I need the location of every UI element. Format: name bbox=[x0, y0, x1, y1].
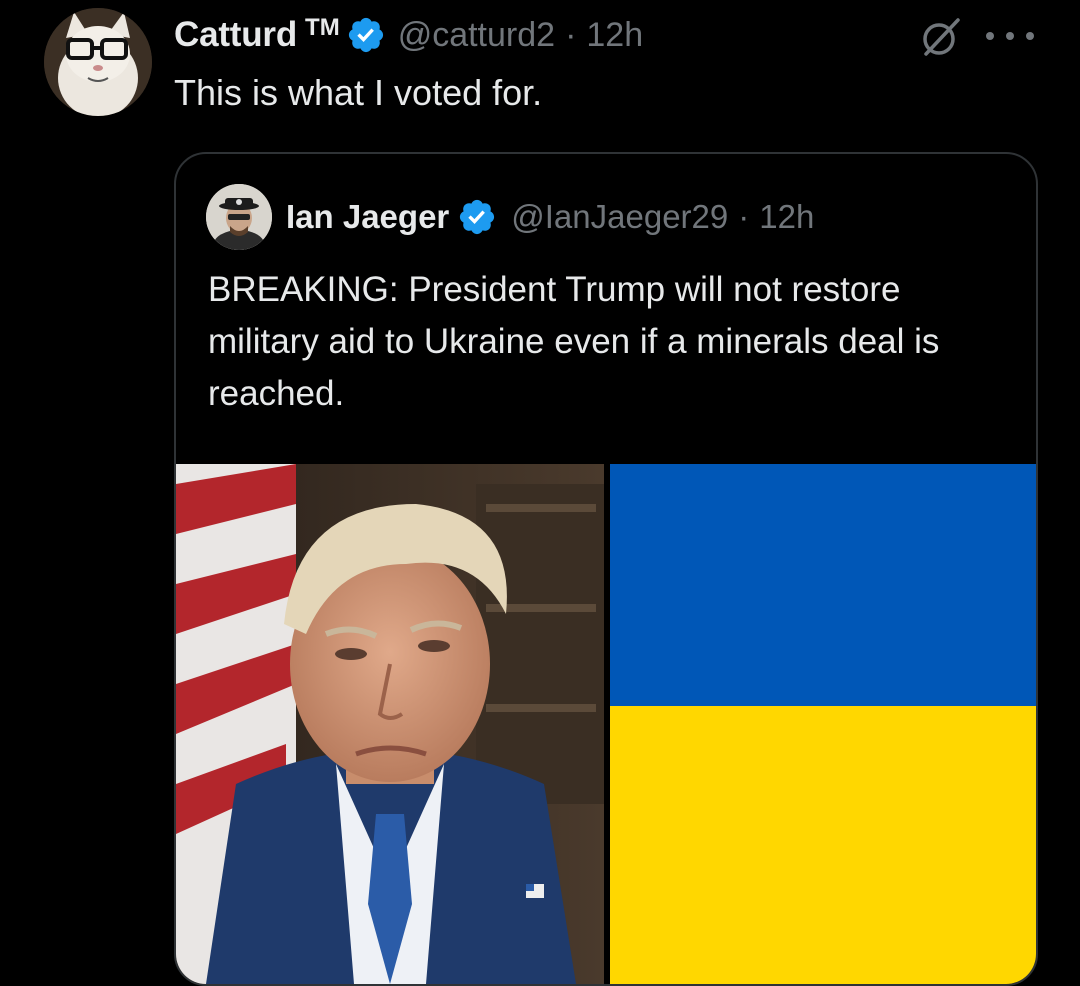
author-display-name[interactable]: Catturd bbox=[174, 15, 297, 55]
more-dot bbox=[1026, 32, 1034, 40]
quoted-tweet-media bbox=[176, 464, 1036, 984]
author-handle[interactable]: @catturd2 bbox=[398, 16, 555, 55]
quoted-author-display-name[interactable]: Ian Jaeger bbox=[286, 198, 449, 236]
ukraine-flag-photo[interactable] bbox=[610, 464, 1036, 984]
portrait-photo[interactable] bbox=[176, 464, 604, 984]
quoted-tweet-header: Ian Jaeger @IanJaeger29 · 12h bbox=[206, 184, 814, 250]
more-options-icon[interactable] bbox=[986, 18, 1034, 54]
quoted-author-handle[interactable]: @IanJaeger29 bbox=[511, 198, 728, 236]
flag-blue-stripe bbox=[610, 464, 1036, 706]
tweet-timestamp[interactable]: 12h bbox=[586, 16, 643, 55]
more-dot bbox=[1006, 32, 1014, 40]
verified-badge-icon[interactable] bbox=[457, 197, 497, 237]
tweet-header: Catturd TM @catturd2 · 12h bbox=[174, 10, 643, 60]
quoted-author-avatar[interactable] bbox=[206, 184, 272, 250]
tweet-text: This is what I voted for. bbox=[174, 72, 543, 113]
quoted-tweet-timestamp[interactable]: 12h bbox=[759, 198, 814, 236]
separator-dot: · bbox=[738, 198, 750, 235]
flag-yellow-stripe bbox=[610, 706, 1036, 984]
trademark-mark: TM bbox=[305, 14, 340, 41]
more-dot bbox=[986, 32, 994, 40]
author-avatar[interactable] bbox=[44, 8, 152, 116]
grok-icon[interactable] bbox=[918, 14, 964, 60]
quoted-tweet-card[interactable]: Ian Jaeger @IanJaeger29 · 12h BREAKING: … bbox=[174, 152, 1038, 986]
verified-badge-icon[interactable] bbox=[346, 15, 386, 55]
quoted-tweet-text: BREAKING: President Trump will not resto… bbox=[208, 270, 940, 413]
separator-dot: · bbox=[565, 15, 577, 54]
portrait-image bbox=[176, 464, 604, 984]
cat-avatar-image bbox=[44, 8, 152, 116]
tweet: Catturd TM @catturd2 · 12h This is what … bbox=[0, 0, 1080, 986]
man-avatar-image bbox=[206, 184, 272, 250]
